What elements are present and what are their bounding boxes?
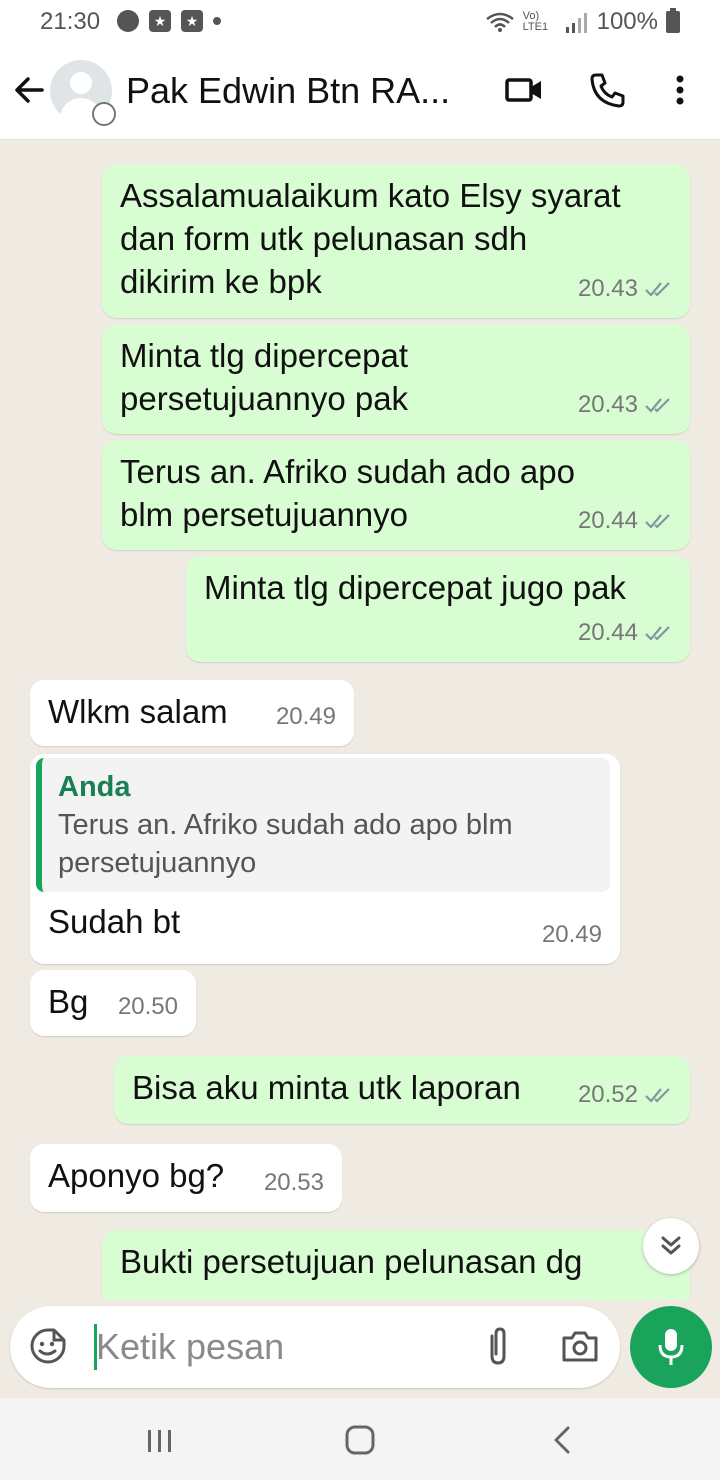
message-text: Wlkm salam	[48, 693, 228, 730]
contact-name[interactable]: Pak Edwin Btn RA...	[126, 70, 450, 112]
phone-icon[interactable]	[588, 70, 628, 110]
notification-icons: ★ ★	[117, 10, 221, 32]
message-bubble-incoming[interactable]: Aponyo bg? 20.53	[30, 1144, 342, 1212]
wifi-icon	[485, 12, 514, 32]
message-meta: 20.50	[118, 985, 178, 1028]
message-time: 20.49	[275, 703, 336, 730]
message-meta: 20.44	[578, 499, 672, 542]
system-nav-bar	[0, 1398, 720, 1480]
system-icons: Vo) LTE1 100%	[485, 8, 680, 36]
status-time: 21:30	[40, 8, 101, 35]
message-bubble-incoming[interactable]: Wlkm salam 20.49	[30, 680, 354, 746]
double-check-icon	[645, 281, 670, 297]
message-text: Minta tlg dipercepat jugo pak	[204, 569, 626, 606]
message-time: 20.52	[577, 1081, 638, 1108]
message-input-bar[interactable]: Ketik pesan	[10, 1306, 620, 1388]
more-notifications-dot-icon	[213, 17, 221, 25]
message-input[interactable]: Ketik pesan	[96, 1326, 284, 1368]
double-check-icon	[645, 1087, 670, 1103]
message-list[interactable]: Assalamualaikum kato Elsy syarat dan for…	[0, 140, 720, 1300]
battery-icon	[666, 8, 680, 33]
video-call-icon[interactable]	[504, 70, 544, 110]
message-meta: 20.49	[542, 913, 602, 956]
message-bubble-outgoing[interactable]: Bisa aku minta utk laporan 20.52	[114, 1056, 690, 1124]
double-check-icon	[645, 625, 670, 641]
message-time: 20.44	[577, 619, 638, 646]
message-time: 20.50	[117, 993, 178, 1020]
volte-label: Vo) LTE1	[522, 10, 549, 33]
battery-percent: 100%	[596, 8, 658, 35]
message-bubble-outgoing[interactable]: Assalamualaikum kato Elsy syarat dan for…	[102, 164, 690, 318]
message-bubble-outgoing[interactable]: Terus an. Afriko sudah ado apo blm perse…	[102, 440, 690, 550]
quoted-text: Terus an. Afriko sudah ado apo blm perse…	[58, 809, 513, 879]
message-text: Sudah bt	[48, 903, 181, 940]
signal-icon	[565, 13, 587, 33]
voice-message-button[interactable]	[630, 1306, 712, 1388]
scroll-to-bottom-button[interactable]	[643, 1218, 699, 1274]
more-options-icon[interactable]	[660, 70, 700, 110]
messenger-icon	[117, 10, 139, 32]
message-bubble-outgoing[interactable]: Minta tlg dipercepat persetujuannyo pak …	[102, 324, 690, 434]
message-time: 20.43	[577, 391, 638, 418]
message-time: 20.44	[577, 507, 638, 534]
home-icon[interactable]	[340, 1422, 380, 1458]
message-time: 20.53	[263, 1169, 324, 1196]
star-app-icon: ★	[149, 10, 171, 32]
message-bubble-outgoing[interactable]: Bukti persetujuan pelunasan dg	[102, 1230, 690, 1300]
message-meta: 20.49	[276, 695, 336, 738]
quoted-author: Anda	[58, 771, 131, 803]
double-check-icon	[645, 513, 670, 529]
star-app-icon: ★	[181, 10, 203, 32]
message-text: Bukti persetujuan pelunasan dg	[120, 1243, 583, 1280]
recent-apps-icon[interactable]	[140, 1422, 180, 1458]
attach-icon[interactable]	[480, 1326, 516, 1368]
back-arrow-icon[interactable]	[12, 70, 48, 110]
double-chevron-down-icon	[661, 1236, 681, 1255]
message-bubble-incoming-reply[interactable]: Anda Terus an. Afriko sudah ado apo blm …	[30, 754, 620, 964]
message-time: 20.49	[541, 921, 602, 948]
status-bar: 21:30 ★ ★ Vo) LTE1 100%	[0, 0, 720, 44]
message-meta: 20.43	[578, 383, 672, 426]
double-check-icon	[645, 397, 670, 413]
message-text: Bg	[48, 983, 89, 1020]
chat-header: Pak Edwin Btn RA...	[0, 44, 720, 140]
message-meta: 20.52	[578, 1073, 672, 1116]
message-meta: 20.43	[578, 267, 672, 310]
microphone-icon	[658, 1329, 684, 1365]
sticker-emoji-icon[interactable]	[28, 1326, 68, 1366]
camera-icon[interactable]	[560, 1328, 600, 1364]
back-nav-icon[interactable]	[542, 1422, 582, 1458]
message-bubble-outgoing[interactable]: Minta tlg dipercepat jugo pak 20.44	[186, 556, 690, 662]
message-meta: 20.44	[578, 611, 672, 654]
message-time: 20.43	[577, 275, 638, 302]
message-bubble-incoming[interactable]: Bg 20.50	[30, 970, 196, 1036]
quoted-message[interactable]: Anda Terus an. Afriko sudah ado apo blm …	[36, 758, 610, 892]
message-text: Aponyo bg?	[48, 1157, 225, 1194]
status-clock-icon	[92, 102, 116, 126]
message-meta: 20.53	[264, 1161, 324, 1204]
